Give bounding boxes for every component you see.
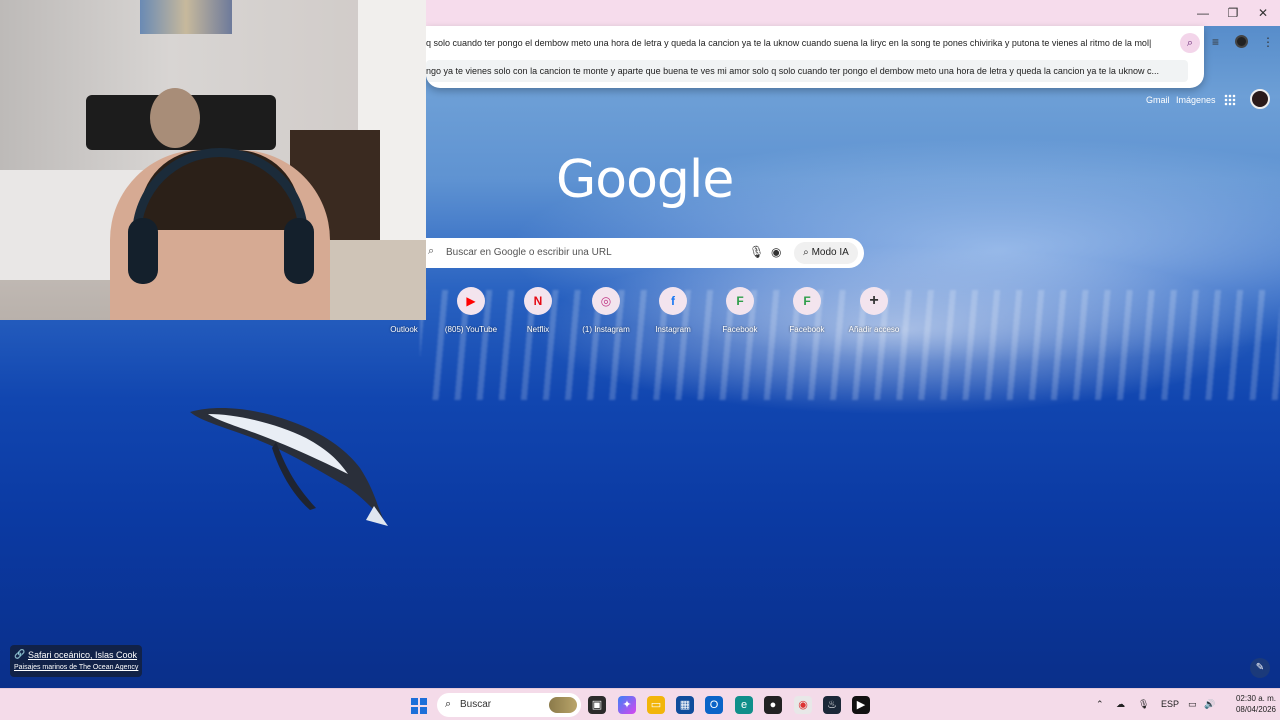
images-link[interactable]: Imágenes xyxy=(1176,95,1216,105)
file-explorer-icon[interactable]: ▭ xyxy=(647,696,665,714)
menu-kebab-icon[interactable]: ⋮ xyxy=(1262,35,1274,49)
outlook-icon[interactable]: O xyxy=(705,696,723,714)
omnibox-dropdown: q solo cuando ter pongo el dembow meto u… xyxy=(426,26,1204,88)
background-attribution[interactable]: 🔗 Safari oceánico, Islas Cook Paisajes m… xyxy=(10,645,142,677)
close-icon[interactable]: ✕ xyxy=(1254,4,1272,22)
omnibox-suggestion[interactable]: ngo ya te vienes solo con la cancion te … xyxy=(426,60,1188,82)
f-letter-icon: F xyxy=(793,287,821,315)
taskbar-search[interactable]: ⌕ Buscar xyxy=(437,693,581,717)
plus-icon: + xyxy=(860,287,888,315)
microphone-icon[interactable]: 🎙 xyxy=(749,245,764,259)
facebook-icon: f xyxy=(659,287,687,315)
account-avatar[interactable] xyxy=(1250,89,1270,109)
edge-icon[interactable]: e xyxy=(735,696,753,714)
instagram-icon: ◎ xyxy=(592,287,620,315)
ai-mode-button[interactable]: ⌕ Modo IA xyxy=(794,242,858,264)
shortcut-add[interactable]: + Añadir acceso xyxy=(834,287,914,339)
camera-lens-icon[interactable]: ◉ xyxy=(771,245,781,259)
media-playlist-icon[interactable]: ≡ xyxy=(1212,35,1219,49)
search-lens-icon[interactable]: ⌕ xyxy=(1180,33,1200,53)
search-icon: ⌕ xyxy=(445,698,452,710)
search-highlight-image xyxy=(549,697,577,713)
windows-start-icon[interactable] xyxy=(411,698,427,714)
youtube-icon: ▶ xyxy=(457,287,485,315)
task-view-icon[interactable]: ▣ xyxy=(588,696,606,714)
apps-grid-icon[interactable] xyxy=(1224,94,1236,106)
display-icon[interactable]: ▭ xyxy=(1188,699,1197,710)
plush-toy xyxy=(150,88,200,148)
shortcut-label: Añadir acceso xyxy=(848,325,900,334)
profile-avatar-icon[interactable] xyxy=(1235,35,1248,48)
volume-icon[interactable]: 🔊 xyxy=(1204,699,1215,710)
media-player-icon[interactable]: ▶ xyxy=(852,696,870,714)
omnibox-input[interactable]: q solo cuando ter pongo el dembow meto u… xyxy=(426,32,1176,54)
clock-date: 08/04/2026 xyxy=(1235,705,1276,714)
webcam-overlay xyxy=(0,0,426,320)
attribution-title[interactable]: Safari oceánico, Islas Cook xyxy=(28,650,137,660)
app-notification-icon[interactable]: ● xyxy=(764,696,782,714)
microphone-tray-icon[interactable]: 🎙 xyxy=(1138,699,1149,710)
search-box[interactable]: ⌕ Buscar en Google o escribir una URL 🎙 … xyxy=(426,238,864,268)
attribution-subtitle[interactable]: Paisajes marinos de The Ocean Agency xyxy=(14,664,138,671)
steam-icon[interactable]: ♨ xyxy=(823,696,841,714)
chevron-up-icon[interactable]: ⌃ xyxy=(1096,699,1104,710)
google-logo: Google xyxy=(556,150,734,210)
windows-taskbar: ⌕ Buscar ▣ ✦ ▭ ▦ O e ● ◉ ♨ ▶ ⌃ ☁ 🎙 ESP ▭… xyxy=(0,688,1280,720)
language-indicator[interactable]: ESP xyxy=(1161,699,1179,709)
browser-title-bar: — ❐ ✕ xyxy=(426,0,1280,26)
chrome-icon[interactable]: ◉ xyxy=(794,696,812,714)
humpback-whale-image xyxy=(190,408,388,526)
restore-icon[interactable]: ❐ xyxy=(1224,4,1242,22)
f-letter-icon: F xyxy=(726,287,754,315)
search-icon: ⌕ xyxy=(428,245,435,257)
store-icon[interactable]: ▦ xyxy=(676,696,694,714)
minimize-icon[interactable]: — xyxy=(1194,4,1212,22)
customize-pencil-icon[interactable]: ✎ xyxy=(1250,658,1270,678)
wall-poster xyxy=(140,0,232,34)
taskbar-search-label: Buscar xyxy=(460,699,492,710)
link-icon: 🔗 xyxy=(14,649,26,659)
network-icon[interactable]: ☁ xyxy=(1116,699,1125,710)
copilot-icon[interactable]: ✦ xyxy=(618,696,636,714)
taskbar-clock[interactable]: 02:30 a. m. 08/04/2026 xyxy=(1222,693,1276,715)
search-input[interactable]: Buscar en Google o escribir una URL xyxy=(446,247,612,258)
netflix-icon: N xyxy=(524,287,552,315)
clock-time: 02:30 a. m. xyxy=(1235,694,1276,703)
ai-mode-label: Modo IA xyxy=(811,247,849,258)
gmail-link[interactable]: Gmail xyxy=(1146,95,1170,105)
